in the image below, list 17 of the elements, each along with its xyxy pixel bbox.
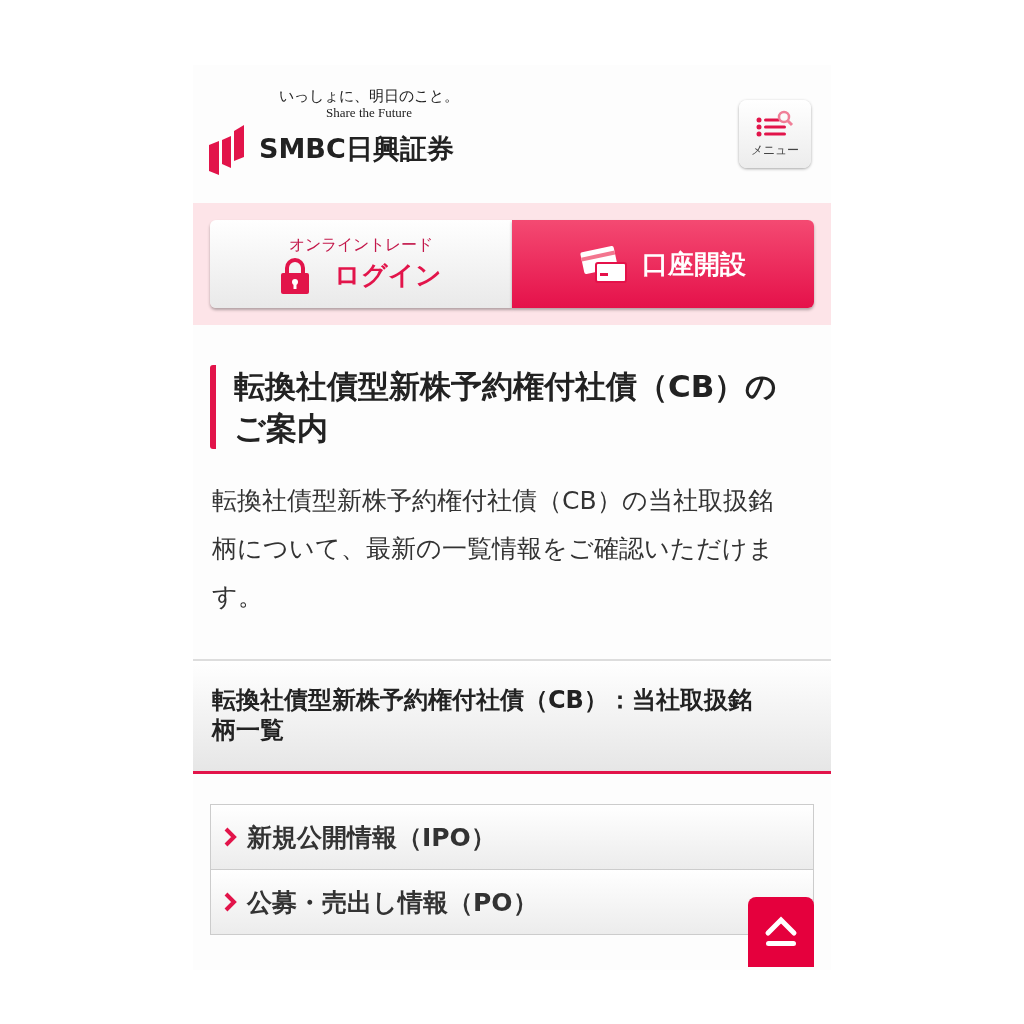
menu-button[interactable]: メニュー <box>739 100 811 168</box>
page-title: 転換社債型新株予約権付社債（CB）のご案内 <box>210 365 781 449</box>
chevron-icon <box>223 826 237 848</box>
tagline: Share the Future <box>325 105 413 121</box>
chevron-icon <box>223 891 237 913</box>
open-account-button[interactable]: 口座開設 <box>512 220 814 308</box>
back-to-top-button[interactable] <box>748 897 814 967</box>
brand-name: SMBC日興証券 <box>259 132 454 166</box>
logo-icon <box>209 123 245 175</box>
padlock-icon <box>280 257 310 294</box>
section-heading: 転換社債型新株予約権付社債（CB）：当社取扱銘柄一覧 <box>193 659 831 774</box>
tagline: いっしょに、明日のこと。 <box>279 87 459 105</box>
up-icon <box>763 915 799 949</box>
list-search-icon <box>755 109 795 138</box>
cards-icon <box>580 245 628 283</box>
intro-text: 転換社債型新株予約権付社債（CB）の当社取扱銘柄について、最新の一覧情報をご確認いただけます。 <box>212 485 775 613</box>
login-button[interactable]: オンライントレード ログイン <box>210 220 512 308</box>
